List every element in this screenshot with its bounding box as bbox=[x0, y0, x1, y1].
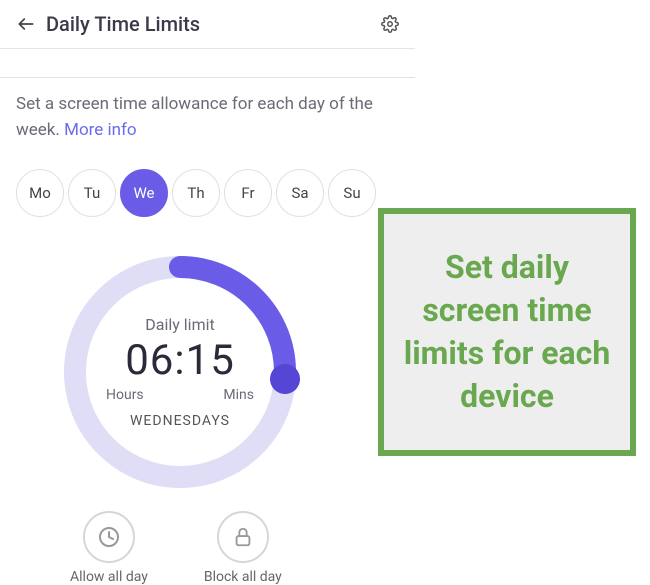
actions-row: Allow all day Block all day bbox=[70, 511, 650, 585]
back-arrow-icon[interactable] bbox=[16, 14, 36, 34]
dial-day-name: WEDNESDAYS bbox=[100, 413, 260, 429]
gear-icon[interactable] bbox=[381, 15, 399, 33]
dial-center: Daily limit 06:15 Hours Mins WEDNESDAYS bbox=[100, 315, 260, 429]
day-selector: MoTuWeThFrSaSu bbox=[0, 143, 650, 217]
allow-label: Allow all day bbox=[70, 569, 148, 585]
mins-label: Mins bbox=[223, 387, 254, 403]
day-fr[interactable]: Fr bbox=[224, 169, 272, 217]
dial-units: Hours Mins bbox=[100, 387, 260, 403]
time-dial[interactable]: Daily limit 06:15 Hours Mins WEDNESDAYS bbox=[55, 247, 305, 497]
block-label: Block all day bbox=[204, 569, 282, 585]
day-we[interactable]: We bbox=[120, 169, 168, 217]
dial-label: Daily limit bbox=[100, 315, 260, 334]
clock-icon bbox=[83, 511, 135, 563]
block-all-day-button[interactable]: Block all day bbox=[204, 511, 282, 585]
more-info-link[interactable]: More info bbox=[64, 120, 137, 140]
day-th[interactable]: Th bbox=[172, 169, 220, 217]
day-sa[interactable]: Sa bbox=[276, 169, 324, 217]
lock-icon bbox=[217, 511, 269, 563]
day-su[interactable]: Su bbox=[328, 169, 376, 217]
dial-time: 06:15 bbox=[100, 336, 260, 385]
hours-label: Hours bbox=[106, 387, 144, 403]
header-left: Daily Time Limits bbox=[16, 12, 200, 36]
day-tu[interactable]: Tu bbox=[68, 169, 116, 217]
callout-text: Set daily screen time limits for each de… bbox=[402, 246, 612, 419]
header: Daily Time Limits bbox=[0, 0, 415, 49]
allow-all-day-button[interactable]: Allow all day bbox=[70, 511, 148, 585]
page-title: Daily Time Limits bbox=[46, 12, 200, 36]
dial-knob[interactable] bbox=[270, 364, 300, 394]
callout-box: Set daily screen time limits for each de… bbox=[378, 208, 636, 456]
description: Set a screen time allowance for each day… bbox=[0, 78, 420, 143]
day-mo[interactable]: Mo bbox=[16, 169, 64, 217]
